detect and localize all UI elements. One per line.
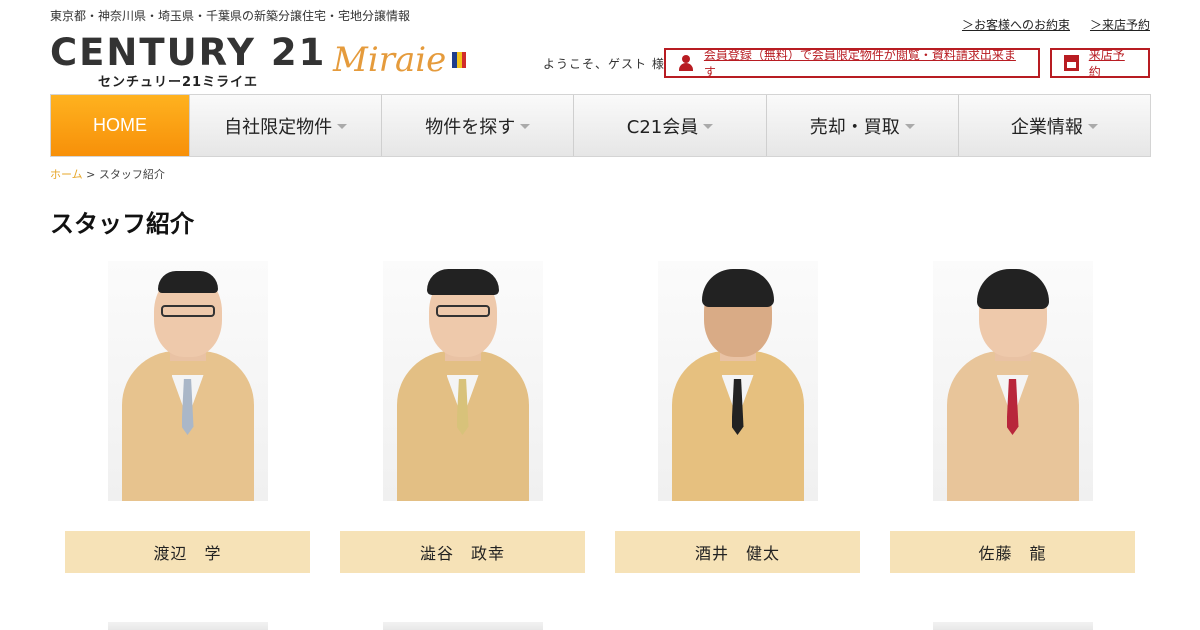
nav-label: 自社限定物件	[224, 116, 333, 138]
miraie-script-text: Miraie	[333, 40, 447, 80]
staff-name: 渡辺 学	[65, 531, 310, 573]
miraie-brand-logo: Miraie	[333, 40, 467, 80]
top-links: ＞お客様へのお約束 ＞来店予約	[962, 16, 1150, 33]
breadcrumb: ホーム > スタッフ紹介	[50, 166, 165, 182]
logo-wordmark: CENTURY 21	[50, 31, 327, 74]
staff-name: 酒井 健太	[615, 531, 860, 573]
nav-label: C21会員	[626, 116, 699, 138]
staff-photo-next-row	[933, 622, 1093, 630]
staff-photo	[107, 261, 268, 501]
caret-down-icon	[520, 124, 531, 129]
nav-label: 物件を探す	[425, 116, 516, 138]
staff-card[interactable]: 渡辺 学	[65, 261, 310, 573]
staff-name: 佐藤 龍	[890, 531, 1135, 573]
breadcrumb-home-link[interactable]: ホーム	[50, 168, 83, 181]
staff-name: 澁谷 政幸	[340, 531, 585, 573]
nav-home-label: HOME	[93, 115, 147, 135]
flag-icon	[452, 52, 467, 68]
nav-sell-buy[interactable]: 売却・買取	[765, 95, 958, 156]
nav-exclusive-properties[interactable]: 自社限定物件	[189, 95, 381, 156]
member-register-label: 会員登録（無料）で会員限定物件が閲覧・資料請求出来ます	[703, 48, 1016, 79]
shop-icon	[1064, 55, 1079, 71]
person-icon	[678, 55, 694, 71]
staff-card[interactable]: 酒井 健太	[615, 261, 860, 573]
staff-card[interactable]: 澁谷 政幸	[340, 261, 585, 573]
nav-label: 企業情報	[1010, 116, 1083, 138]
welcome-text: ようこそ、ゲスト 様	[543, 57, 665, 71]
caret-down-icon	[904, 124, 915, 129]
customer-promise-link[interactable]: ＞お客様へのお約束	[962, 16, 1070, 33]
caret-down-icon	[703, 124, 714, 129]
global-nav: HOME 自社限定物件 物件を探す C21会員 売却・買取 企業情報	[50, 94, 1151, 157]
staff-photo	[382, 261, 543, 501]
breadcrumb-separator: >	[82, 168, 99, 181]
nav-company-info[interactable]: 企業情報	[957, 95, 1150, 156]
nav-c21-members[interactable]: C21会員	[573, 95, 765, 156]
member-register-button[interactable]: 会員登録（無料）で会員限定物件が閲覧・資料請求出来ます	[664, 48, 1040, 79]
staff-photo-next-row	[108, 622, 268, 630]
caret-down-icon	[337, 124, 348, 129]
visit-reservation-button[interactable]: 来店予約	[1050, 48, 1150, 79]
staff-card[interactable]: 佐藤 龍	[890, 261, 1135, 573]
site-tagline: 東京都・神奈川県・埼玉県・千葉県の新築分譲住宅・宅地分譲情報	[50, 9, 411, 23]
century21-logo[interactable]: CENTURY 21 センチュリー21ミライエ	[50, 31, 327, 91]
staff-photo-next-row	[383, 622, 543, 630]
visit-reservation-link[interactable]: ＞来店予約	[1090, 16, 1150, 33]
page-title: スタッフ紹介	[50, 210, 194, 238]
visit-reservation-label: 来店予約	[1088, 48, 1125, 79]
staff-photo	[932, 261, 1093, 501]
caret-down-icon	[1087, 124, 1098, 129]
nav-label: 売却・買取	[809, 116, 900, 138]
breadcrumb-current: スタッフ紹介	[98, 168, 165, 181]
nav-search-properties[interactable]: 物件を探す	[381, 95, 573, 156]
nav-home[interactable]: HOME	[51, 95, 189, 156]
staff-photo	[657, 261, 818, 501]
